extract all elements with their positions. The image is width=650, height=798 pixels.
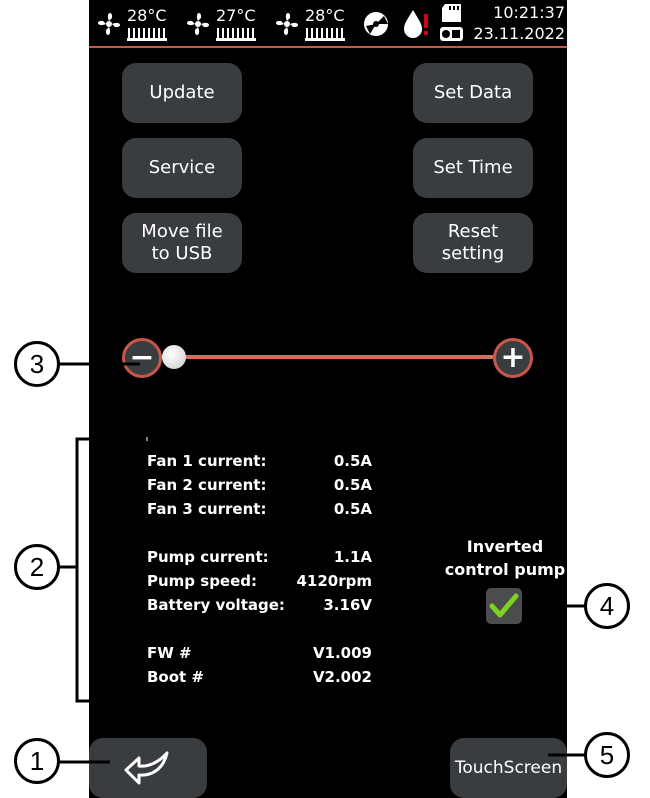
info-label: Boot # (147, 668, 205, 686)
info-row: Pump current: 1.1A (147, 548, 372, 570)
info-value: 0.5A (333, 500, 372, 518)
callout-1: 1 (14, 738, 60, 784)
info-row: FW # V1.009 (147, 644, 372, 666)
fan-3-temperature: 28°C (305, 6, 345, 25)
sd-card-icon (442, 4, 461, 22)
info-value: 0.5A (333, 476, 372, 494)
set-time-button[interactable]: Set Time (413, 138, 533, 198)
slider-track[interactable] (141, 355, 513, 359)
info-row: Fan 1 current: 0.5A (147, 452, 372, 474)
callout-2: 2 (14, 544, 60, 590)
status-bar: 28°C 27°C 28°C 10:21:37 23.11.2022 (89, 0, 567, 46)
info-label: Fan 3 current: (147, 500, 267, 518)
callout-3: 3 (14, 341, 60, 387)
fan-2-temperature: 27°C (216, 6, 256, 25)
inverted-pump-label: Inverted control pump (444, 537, 566, 579)
update-button[interactable]: Update (122, 63, 242, 123)
heatsink-icon (216, 28, 256, 41)
callout-5: 5 (584, 732, 630, 778)
info-label: Pump current: (147, 548, 269, 566)
status-divider (89, 46, 567, 48)
time-readout: 10:21:37 (493, 3, 565, 22)
slider-increase-button[interactable]: + (493, 338, 533, 378)
water-drop-alert-icon (404, 10, 428, 38)
info-value: V2.002 (312, 668, 372, 686)
heatsink-icon (305, 28, 345, 41)
info-row: Pump speed: 4120rpm (147, 572, 372, 594)
clock: 10:21:37 23.11.2022 (473, 2, 565, 44)
info-row: Boot # V2.002 (147, 668, 372, 690)
info-label: FW # (147, 644, 192, 662)
checkmark-icon (489, 593, 519, 618)
slider-decrease-button[interactable]: − (122, 338, 162, 378)
info-label: Battery voltage: (147, 596, 285, 614)
device-screen: 28°C 27°C 28°C 10:21:37 23.11.2022 Updat… (89, 0, 567, 798)
fan-icon (97, 12, 121, 36)
callout-4: 4 (584, 583, 630, 629)
service-button[interactable]: Service (122, 138, 242, 198)
fan-icon (186, 12, 210, 36)
info-row: Battery voltage: 3.16V (147, 596, 372, 618)
reset-setting-button[interactable]: Reset setting (413, 213, 533, 273)
info-row: Fan 3 current: 0.5A (147, 500, 372, 522)
battery-icon (440, 27, 463, 41)
info-label: Fan 1 current: (147, 452, 267, 470)
info-value: 0.5A (333, 452, 372, 470)
fan-icon (275, 12, 299, 36)
touchscreen-button[interactable]: TouchScreen (450, 738, 567, 798)
heatsink-icon (127, 28, 167, 41)
info-value: 3.16V (323, 596, 372, 614)
info-label: Pump speed: (147, 572, 258, 590)
info-row: Fan 2 current: 0.5A (147, 476, 372, 498)
info-label: Fan 2 current: (147, 476, 267, 494)
slider-knob[interactable] (162, 345, 186, 369)
back-button[interactable] (89, 738, 207, 798)
inverted-pump-checkbox[interactable] (486, 588, 522, 624)
set-data-button[interactable]: Set Data (413, 63, 533, 123)
info-value: 4120rpm (296, 572, 372, 590)
info-value: V1.009 (312, 644, 372, 662)
info-value: 1.1A (333, 548, 372, 566)
fan-1-temperature: 28°C (127, 6, 167, 25)
pump-icon (364, 12, 388, 36)
date-readout: 23.11.2022 (473, 24, 565, 43)
move-file-to-usb-button[interactable]: Move file to USB (122, 213, 242, 273)
back-arrow-icon (124, 751, 169, 785)
